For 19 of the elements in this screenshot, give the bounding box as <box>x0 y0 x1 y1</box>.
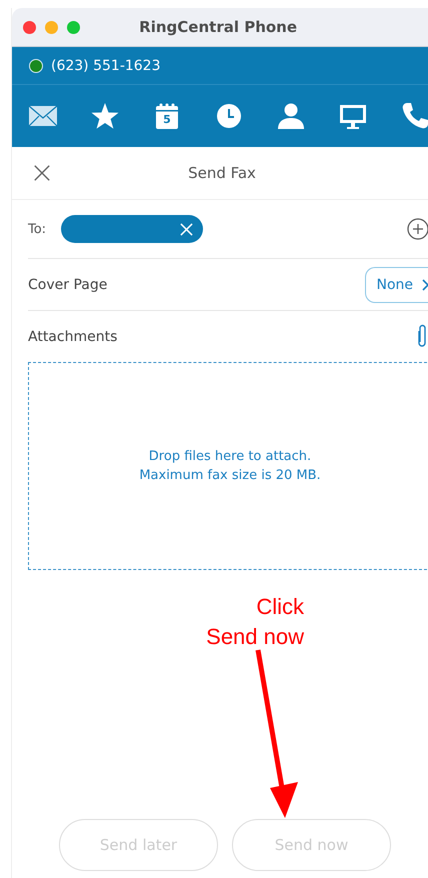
recipient-chip[interactable] <box>61 215 203 243</box>
drop-zone[interactable]: Drop files here to attach. Maximum fax size is 20 MB. <box>28 362 428 570</box>
chevron-icon <box>422 278 428 290</box>
field-label: Cover Page <box>28 276 108 292</box>
close-icon[interactable] <box>33 164 51 182</box>
remove-icon[interactable] <box>180 222 193 236</box>
phone-number: (623) 551-1623 <box>51 58 160 74</box>
nav-tab[interactable]: 5 <box>151 100 183 132</box>
add-icon[interactable] <box>407 218 428 240</box>
cover-page-selector[interactable]: None <box>365 266 428 302</box>
drop-hint: Maximum fax size is 20 MB. <box>139 467 321 485</box>
annotation-text: Click <box>255 593 304 621</box>
screen-title: Send Fax <box>188 164 256 182</box>
field-label: Attachments <box>28 328 118 344</box>
field-label: To: <box>28 222 48 236</box>
drop-hint: Drop files here to attach. <box>148 448 312 466</box>
close-window-button[interactable] <box>23 20 36 34</box>
window-title: RingCentral Phone <box>139 18 298 36</box>
annotation-text: Send now <box>205 623 304 651</box>
